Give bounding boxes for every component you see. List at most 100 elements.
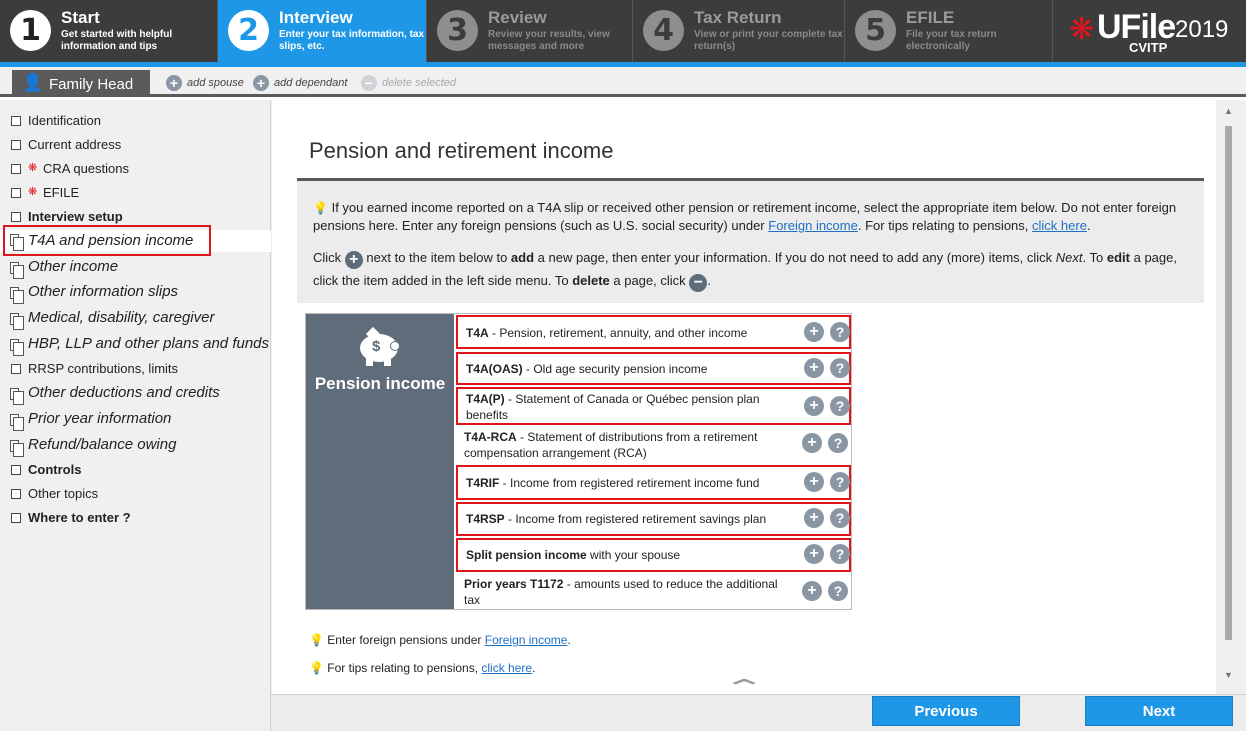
add-spouse-button[interactable]: + add spouse <box>166 75 244 91</box>
sidebar-item-efile[interactable]: ❋ EFILE <box>0 185 271 203</box>
sidebar-item-other-information-slips[interactable]: Other information slips <box>0 283 271 305</box>
sidebar-item-label: Prior year information <box>28 410 172 427</box>
item-text: Split pension income with your spouse <box>466 547 796 563</box>
add-icon[interactable]: + <box>804 472 824 492</box>
list-item[interactable]: T4RIF - Income from registered retiremen… <box>456 465 851 500</box>
sidebar-item-identification[interactable]: Identification <box>0 113 271 131</box>
list-item[interactable]: T4RSP - Income from registered retiremen… <box>456 502 851 536</box>
tip-foreign-income: 💡 Enter foreign pensions under Foreign i… <box>309 633 571 647</box>
category-panel: $ Pension income <box>306 314 454 609</box>
add-icon[interactable]: + <box>804 508 824 528</box>
help-icon[interactable]: ? <box>830 358 850 378</box>
person-icon: 👤 <box>22 73 44 92</box>
next-button[interactable]: Next <box>1085 696 1233 726</box>
sidebar: Identification Current address ❋ CRA que… <box>0 100 271 731</box>
info-text: . For tips relating to pensions, <box>857 218 1033 233</box>
delete-selected-button[interactable]: − delete selected <box>361 75 456 91</box>
info-box: 💡 If you earned income reported on a T4A… <box>297 178 1204 303</box>
list-item[interactable]: Split pension income with your spouse + … <box>456 538 851 572</box>
item-text: T4RSP - Income from registered retiremen… <box>466 511 796 527</box>
sidebar-item-label: Current address <box>28 137 122 152</box>
sidebar-item-label: Refund/balance owing <box>28 436 177 453</box>
help-icon[interactable]: ? <box>830 508 850 528</box>
sidebar-item-other-topics[interactable]: Other topics <box>0 486 271 504</box>
step-efile[interactable]: 5 EFILE File your tax return electronica… <box>845 0 1053 62</box>
page-icon <box>10 339 24 356</box>
add-icon[interactable]: + <box>804 544 824 564</box>
sidebar-item-other-income[interactable]: Other income <box>0 258 271 280</box>
add-icon[interactable]: + <box>802 433 822 453</box>
step-title: Start <box>61 8 100 27</box>
item-text: T4A-RCA - Statement of distributions fro… <box>464 429 794 461</box>
foreign-income-link[interactable]: Foreign income <box>485 633 568 647</box>
item-text: Prior years T1172 - amounts used to redu… <box>464 576 794 608</box>
checkbox-icon <box>11 364 21 374</box>
step-start[interactable]: 1 Start Get started with helpful informa… <box>0 0 218 62</box>
list-item[interactable]: T4A - Pension, retirement, annuity, and … <box>456 315 851 349</box>
item-code: Prior years T1172 <box>464 577 564 591</box>
info-paragraph: 💡 If you earned income reported on a T4A… <box>313 199 1193 235</box>
click-here-link[interactable]: click here <box>1032 218 1087 233</box>
sidebar-item-current-address[interactable]: Current address <box>0 137 271 155</box>
info-text: . <box>707 273 711 288</box>
piggy-bank-icon: $ <box>358 326 402 366</box>
item-desc: - Old age security pension income <box>522 362 708 376</box>
checkbox-icon <box>11 212 21 222</box>
item-text: T4A(OAS) - Old age security pension inco… <box>466 361 796 377</box>
foreign-income-link[interactable]: Foreign income <box>768 218 858 233</box>
item-desc: - Pension, retirement, annuity, and othe… <box>488 326 748 340</box>
sidebar-item-other-deductions[interactable]: Other deductions and credits <box>0 384 271 406</box>
step-interview[interactable]: 2 Interview Enter your tax information, … <box>218 0 427 62</box>
step-bar: 1 Start Get started with helpful informa… <box>0 0 1246 62</box>
click-here-link[interactable]: click here <box>481 661 532 675</box>
help-icon[interactable]: ? <box>830 396 850 416</box>
help-icon[interactable]: ? <box>830 472 850 492</box>
lightbulb-icon: 💡 <box>313 201 328 215</box>
plus-circle-icon: + <box>166 75 182 91</box>
maple-leaf-icon: ❋ <box>1069 13 1095 46</box>
help-icon[interactable]: ? <box>828 433 848 453</box>
scrollbar-thumb[interactable] <box>1225 126 1232 640</box>
add-dependant-button[interactable]: + add dependant <box>253 75 347 91</box>
list-item[interactable]: T4A-RCA - Statement of distributions fro… <box>456 427 851 465</box>
step-review[interactable]: 3 Review Review your results, view messa… <box>427 0 633 62</box>
tip-text: . <box>567 633 571 647</box>
sidebar-item-cra-questions[interactable]: ❋ CRA questions <box>0 161 271 179</box>
step-tax-return[interactable]: 4 Tax Return View or print your complete… <box>633 0 845 62</box>
list-item[interactable]: Prior years T1172 - amounts used to redu… <box>456 574 851 610</box>
page-icon <box>10 388 24 405</box>
sidebar-item-prior-year[interactable]: Prior year information <box>0 410 271 432</box>
sidebar-item-label: Interview setup <box>28 209 123 224</box>
help-icon[interactable]: ? <box>830 544 850 564</box>
sidebar-item-where-to-enter[interactable]: Where to enter ? <box>0 510 271 528</box>
scroll-up-icon[interactable]: ▲ <box>1224 106 1233 116</box>
sidebar-item-label: Controls <box>28 462 82 477</box>
help-icon[interactable]: ? <box>828 581 848 601</box>
sidebar-item-controls[interactable]: Controls <box>0 462 271 480</box>
item-desc: - Income from registered retirement savi… <box>504 512 767 526</box>
info-text: edit <box>1106 250 1130 265</box>
checkbox-icon <box>11 140 21 150</box>
add-icon[interactable]: + <box>804 322 824 342</box>
item-desc: - Income from registered retirement inco… <box>499 476 760 490</box>
step-number: 3 <box>437 10 478 51</box>
help-icon[interactable]: ? <box>830 322 850 342</box>
list-item[interactable]: T4A(P) - Statement of Canada or Québec p… <box>456 387 851 425</box>
list-item[interactable]: T4A(OAS) - Old age security pension inco… <box>456 352 851 385</box>
sidebar-item-label: RRSP contributions, limits <box>28 361 179 376</box>
scroll-down-icon[interactable]: ▼ <box>1224 670 1233 680</box>
add-icon[interactable]: + <box>802 581 822 601</box>
vertical-scrollbar[interactable]: ▲ ▼ <box>1218 100 1244 694</box>
sidebar-item-medical[interactable]: Medical, disability, caregiver <box>0 309 271 331</box>
sidebar-item-rrsp-contributions[interactable]: RRSP contributions, limits <box>0 361 271 379</box>
tip-pensions: 💡 For tips relating to pensions, click h… <box>309 661 535 675</box>
previous-button[interactable]: Previous <box>872 696 1020 726</box>
sidebar-item-refund-balance[interactable]: Refund/balance owing <box>0 436 271 458</box>
step-title: Interview <box>279 8 353 27</box>
sidebar-item-hbp-llp[interactable]: HBP, LLP and other plans and funds <box>0 335 271 357</box>
add-icon[interactable]: + <box>804 396 824 416</box>
step-number: 5 <box>855 10 896 51</box>
add-spouse-label: add spouse <box>187 76 244 89</box>
add-icon[interactable]: + <box>804 358 824 378</box>
family-head-tab[interactable]: 👤 Family Head <box>12 70 150 97</box>
